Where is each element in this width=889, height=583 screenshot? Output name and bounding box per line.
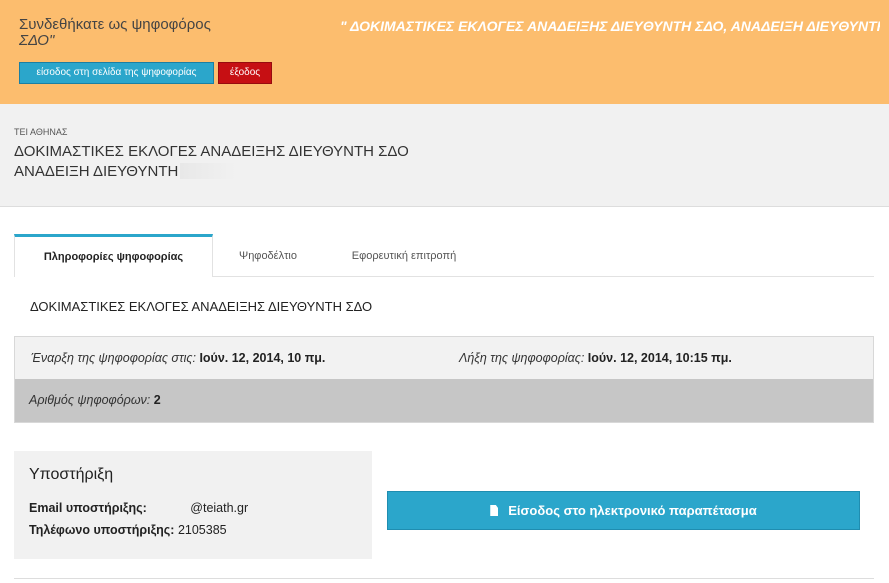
support-email-value[interactable]: @teiath.gr <box>190 501 248 515</box>
enter-voting-page-button[interactable]: είσοδος στη σελίδα της ψηφοφορίας <box>19 62 214 84</box>
voter-status-text: Συνδεθήκατε ως ψηφοφόρος <box>19 16 211 33</box>
redacted-block <box>180 163 237 179</box>
page-subtitle-text: ΑΝΑΔΕΙΞΗ ΔΙΕΥΘΥΝΤΗ <box>14 163 179 180</box>
page-subtitle: ΑΝΑΔΕΙΞΗ ΔΙΕΥΘΥΝΤΗ <box>14 163 237 180</box>
tab-bar: Πληροφορίες ψηφοφορίας Ψηφοδέλτιο Εφορευ… <box>14 234 874 277</box>
election-description: ΔΟΚΙΜΑΣΤΙΚΕΣ ΕΚΛΟΓΕΣ ΑΝΑΔΕΙΞΗΣ ΔΙΕΥΘΥΝΤΗ… <box>30 299 373 314</box>
page-title: ΔΟΚΙΜΑΣΤΙΚΕΣ ΕΚΛΟΓΕΣ ΑΝΑΔΕΙΞΗΣ ΔΙΕΥΘΥΝΤΗ… <box>14 143 409 160</box>
support-phone-label: Τηλέφωνο υποστήριξης: <box>29 523 175 537</box>
support-email-label: Email υποστήριξης: <box>29 501 147 515</box>
institution-name: ΤΕΙ ΑΘΗΝΑΣ <box>14 127 68 137</box>
document-icon <box>490 505 499 516</box>
voting-end-label: Λήξη της ψηφοφορίας: <box>459 351 585 365</box>
voters-count-label: Αριθμός ψηφοφόρων: <box>29 393 151 407</box>
voters-count: Αριθμός ψηφοφόρων: 2 <box>29 393 161 407</box>
footer-divider <box>14 578 874 579</box>
voter-status-suffix: ΣΔΟ" <box>19 32 55 49</box>
enter-booth-label: Είσοδος στο ηλεκτρονικό παραπέτασμα <box>508 503 757 518</box>
support-heading: Υποστήριξη <box>29 466 114 483</box>
top-banner: Συνδεθήκατε ως ψηφοφόρος ΣΔΟ" " ΔΟΚΙΜΑΣΤ… <box>0 0 889 104</box>
tab-election-committee[interactable]: Εφορευτική επιτροπή <box>329 234 479 276</box>
tab-voting-info[interactable]: Πληροφορίες ψηφοφορίας <box>14 234 213 277</box>
voting-end-value: Ιούν. 12, 2014, 10:15 πμ. <box>587 351 732 365</box>
voter-status-message: Συνδεθήκατε ως ψηφοφόρος ΣΔΟ" <box>19 17 229 49</box>
support-phone: Τηλέφωνο υποστήριξης: 2105385 <box>29 523 227 537</box>
voting-start: Έναρξη της ψηφοφορίας στις: Ιούν. 12, 20… <box>31 351 325 365</box>
voting-start-value: Ιούν. 12, 2014, 10 πμ. <box>199 351 326 365</box>
voters-count-value: 2 <box>153 393 161 407</box>
page-header: ΤΕΙ ΑΘΗΝΑΣ ΔΟΚΙΜΑΣΤΙΚΕΣ ΕΚΛΟΓΕΣ ΑΝΑΔΕΙΞΗ… <box>0 104 889 207</box>
support-box: Υποστήριξη Email υποστήριξης: @teiath.gr… <box>14 451 372 559</box>
support-phone-value: 2105385 <box>177 523 227 537</box>
tab-ballot[interactable]: Ψηφοδέλτιο <box>214 234 322 276</box>
voting-start-label: Έναρξη της ψηφοφορίας στις: <box>31 351 196 365</box>
voters-count-row: Αριθμός ψηφοφόρων: 2 <box>14 379 874 423</box>
enter-booth-button[interactable]: Είσοδος στο ηλεκτρονικό παραπέτασμα <box>387 491 860 530</box>
election-title: " ΔΟΚΙΜΑΣΤΙΚΕΣ ΕΚΛΟΓΕΣ ΑΝΑΔΕΙΞΗΣ ΔΙΕΥΘΥΝ… <box>340 18 880 34</box>
exit-button[interactable]: έξοδος <box>218 62 272 84</box>
voting-end: Λήξη της ψηφοφορίας: Ιούν. 12, 2014, 10:… <box>459 351 732 365</box>
voting-period-row: Έναρξη της ψηφοφορίας στις: Ιούν. 12, 20… <box>14 336 874 380</box>
support-email: Email υποστήριξης: @teiath.gr <box>29 501 248 515</box>
